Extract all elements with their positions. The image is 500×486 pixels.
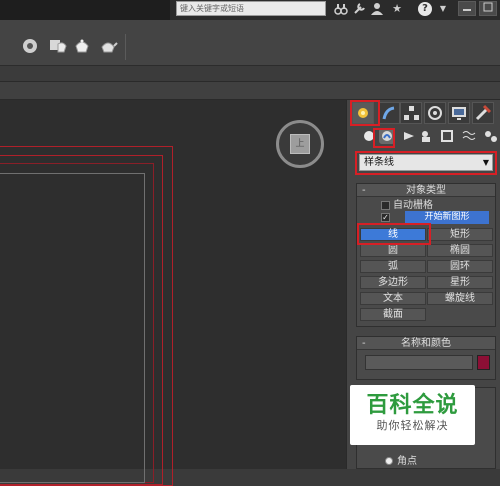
watermark-title: 百科全说 xyxy=(366,393,459,418)
main-toolbar xyxy=(0,20,500,66)
corner-radio-row[interactable]: 角点 xyxy=(385,452,417,467)
command-panel-tabs xyxy=(349,102,499,124)
title-bar: 键入关键字或短语 ★ ? ▼ xyxy=(0,0,500,20)
category-dropdown[interactable]: 样条线 ▼ xyxy=(359,154,493,171)
utilities-tab[interactable] xyxy=(472,102,494,124)
name-color-title: 名称和颜色 xyxy=(401,338,451,349)
create-subtabs xyxy=(349,128,499,148)
autogrid-label: 自动栅格 xyxy=(393,200,433,211)
render-setup-icon[interactable] xyxy=(20,36,40,56)
corner-radio[interactable] xyxy=(385,457,393,465)
object-color-swatch[interactable] xyxy=(477,355,490,370)
viewcube[interactable]: 上 xyxy=(276,120,324,168)
collapse-icon[interactable]: - xyxy=(362,337,366,350)
minimize-button[interactable] xyxy=(458,1,476,16)
viewcube-face[interactable]: 上 xyxy=(290,134,310,154)
hierarchy-tab[interactable] xyxy=(400,102,422,124)
search-input[interactable]: 键入关键字或短语 xyxy=(176,1,326,16)
render-production-icon[interactable] xyxy=(72,36,92,56)
circle-button[interactable]: 圆 xyxy=(360,244,426,257)
corner-label: 角点 xyxy=(397,456,417,467)
lights-icon[interactable] xyxy=(401,128,417,144)
toolbar-separator xyxy=(125,34,126,60)
object-type-rollout: - 对象类型 自动栅格 ✓ 开始新图形 线 矩形 圆 椭圆 弧 圆环 多边形 星… xyxy=(356,183,496,327)
name-color-header[interactable]: - 名称和颜色 xyxy=(357,337,495,350)
ribbon-bar xyxy=(0,66,500,82)
chevron-down-icon[interactable]: ▼ xyxy=(436,2,450,16)
donut-button[interactable]: 圆环 xyxy=(427,260,493,273)
autogrid-checkbox[interactable] xyxy=(381,200,390,210)
line-button[interactable]: 线 xyxy=(360,228,426,241)
object-type-title: 对象类型 xyxy=(406,185,446,196)
star-button[interactable]: 星形 xyxy=(427,276,493,289)
geometry-icon[interactable] xyxy=(361,128,377,144)
safe-frame-user xyxy=(0,173,145,483)
rendered-frame-window-icon[interactable] xyxy=(48,36,68,56)
category-dropdown-value: 样条线 xyxy=(364,157,394,168)
render-iterative-icon[interactable] xyxy=(98,36,118,56)
watermark: 百科全说 助你轻松解决 xyxy=(350,385,475,445)
viewport-label-bar xyxy=(0,82,500,100)
binoculars-icon[interactable] xyxy=(334,2,348,16)
section-button[interactable]: 截面 xyxy=(360,308,426,321)
object-name-field[interactable] xyxy=(365,355,473,370)
user-icon[interactable] xyxy=(370,2,384,16)
chevron-down-icon[interactable]: ▼ xyxy=(483,155,489,170)
shapes-icon[interactable] xyxy=(379,128,395,144)
wrench-icon[interactable] xyxy=(352,2,366,16)
space-warps-icon[interactable] xyxy=(461,128,477,144)
name-color-rollout: - 名称和颜色 xyxy=(356,336,496,380)
help-button[interactable]: ? xyxy=(418,2,432,16)
title-area xyxy=(0,0,170,20)
display-tab[interactable] xyxy=(448,102,470,124)
cameras-icon[interactable] xyxy=(419,128,435,144)
viewport[interactable]: 上 xyxy=(0,100,346,486)
watermark-subtitle: 助你轻松解决 xyxy=(376,419,449,432)
ellipse-button[interactable]: 椭圆 xyxy=(427,244,493,257)
motion-tab[interactable] xyxy=(424,102,446,124)
create-tab[interactable] xyxy=(352,102,374,124)
helix-button[interactable]: 螺旋线 xyxy=(427,292,493,305)
arc-button[interactable]: 弧 xyxy=(360,260,426,273)
rectangle-button[interactable]: 矩形 xyxy=(427,228,493,241)
systems-icon[interactable] xyxy=(483,128,499,144)
start-new-shape-row[interactable]: ✓ xyxy=(381,212,393,224)
start-new-shape-checkbox[interactable]: ✓ xyxy=(381,212,390,222)
ngon-button[interactable]: 多边形 xyxy=(360,276,426,289)
start-new-shape-button[interactable]: 开始新图形 xyxy=(405,211,489,224)
modify-tab[interactable] xyxy=(378,102,400,124)
text-button[interactable]: 文本 xyxy=(360,292,426,305)
helpers-icon[interactable] xyxy=(439,128,455,144)
maximize-button[interactable] xyxy=(479,1,497,16)
star-icon[interactable]: ★ xyxy=(390,2,404,16)
object-type-header[interactable]: - 对象类型 xyxy=(357,184,495,197)
collapse-icon[interactable]: - xyxy=(362,184,366,197)
